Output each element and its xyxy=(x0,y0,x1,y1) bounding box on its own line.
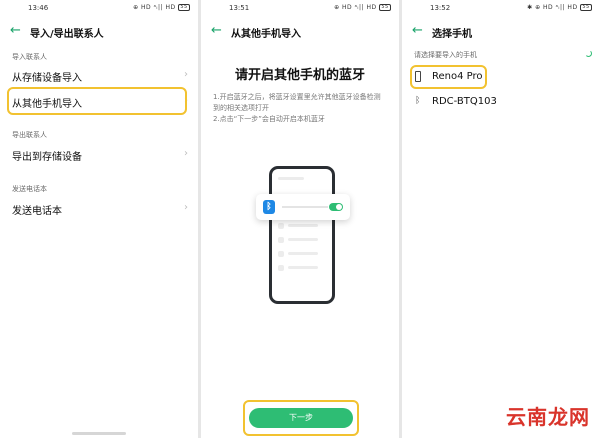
chevron-right-icon: › xyxy=(184,69,188,80)
device-name: Reno4 Pro xyxy=(432,71,483,82)
signal-icons: ⊕ HD ᵃᵢ|| HD xyxy=(133,4,176,11)
device-item-reno4-pro[interactable]: Reno4 Pro xyxy=(402,66,600,88)
instruction-line: 1.开启蓝牙之后，将蓝牙设置里允许其他蓝牙设备检测 xyxy=(213,93,381,101)
select-hint: 请选择要导入的手机 xyxy=(414,51,477,59)
instruction-line: 到的相关选项打开 xyxy=(213,104,269,112)
status-bar: 13:51 ⊕ HD ᵃᵢ|| HD 55 xyxy=(201,4,399,16)
bluetooth-icon: ᛒ xyxy=(263,200,275,214)
device-item-rdc-btq103[interactable]: ᛒ RDC-BTQ103 xyxy=(402,91,600,113)
section-header-import: 导入联系人 xyxy=(12,53,47,61)
chevron-right-icon: › xyxy=(184,95,188,106)
signal-icons: ⊕ HD ᵃᵢ|| HD xyxy=(334,4,377,11)
back-arrow-icon[interactable]: ← xyxy=(211,23,227,39)
battery-icon: 55 xyxy=(379,4,391,11)
item-label: 从存储设备导入 xyxy=(12,73,82,84)
export-to-storage-item[interactable]: 导出到存储设备 › xyxy=(0,143,198,167)
page-title: 导入/导出联系人 xyxy=(30,29,104,40)
chevron-right-icon: › xyxy=(184,148,188,159)
title-bar: ← 导入/导出联系人 xyxy=(0,22,198,42)
title-bar: ← 选择手机 xyxy=(402,22,600,42)
headline: 请开启其他手机的蓝牙 xyxy=(234,68,365,83)
instruction-line: 2.点击“下一步”会自动开启本机蓝牙 xyxy=(213,115,325,123)
chevron-right-icon: › xyxy=(184,202,188,213)
phone-icon xyxy=(415,71,421,85)
signal-icons: ✱ ⊕ HD ᵃᵢ|| HD xyxy=(527,4,578,11)
status-icons: ⊕ HD ᵃᵢ|| HD 55 xyxy=(334,4,391,11)
status-icons: ⊕ HD ᵃᵢ|| HD 55 xyxy=(133,4,190,11)
import-from-other-phone-item[interactable]: 从其他手机导入 › xyxy=(0,90,198,114)
bluetooth-card-illustration: ᛒ xyxy=(256,194,350,220)
status-time: 13:51 xyxy=(229,4,250,12)
toggle-on-icon xyxy=(329,203,343,211)
page-title: 选择手机 xyxy=(432,29,472,40)
import-from-storage-item[interactable]: 从存储设备导入 › xyxy=(0,64,198,88)
device-name: RDC-BTQ103 xyxy=(432,96,497,107)
battery-icon: 55 xyxy=(580,4,592,11)
back-arrow-icon[interactable]: ← xyxy=(412,23,428,39)
item-label: 导出到存储设备 xyxy=(12,152,82,163)
status-time: 13:52 xyxy=(430,4,451,12)
phone-illustration xyxy=(269,166,335,304)
watermark-logo: 云南龙网 xyxy=(506,405,590,429)
item-label: 从其他手机导入 xyxy=(12,99,82,110)
section-header-export: 导出联系人 xyxy=(12,131,47,139)
screen-import-export: 13:46 ⊕ HD ᵃᵢ|| HD 55 ← 导入/导出联系人 导入联系人 从… xyxy=(0,0,198,438)
battery-icon: 55 xyxy=(178,4,190,11)
status-time: 13:46 xyxy=(28,4,49,12)
status-icons: ✱ ⊕ HD ᵃᵢ|| HD 55 xyxy=(527,4,592,11)
home-indicator[interactable] xyxy=(72,432,126,435)
next-button[interactable]: 下一步 xyxy=(249,408,353,428)
section-header-send: 发送电话本 xyxy=(12,185,47,193)
screen-import-from-other-phone: 13:51 ⊕ HD ᵃᵢ|| HD 55 ← 从其他手机导入 请开启其他手机的… xyxy=(201,0,399,438)
status-bar: 13:52 ✱ ⊕ HD ᵃᵢ|| HD 55 xyxy=(402,4,600,16)
page-title: 从其他手机导入 xyxy=(231,29,301,40)
title-bar: ← 从其他手机导入 xyxy=(201,22,399,42)
bluetooth-icon: ᛒ xyxy=(415,96,421,106)
screen-select-phone: 13:52 ✱ ⊕ HD ᵃᵢ|| HD 55 ← 选择手机 请选择要导入的手机… xyxy=(402,0,600,438)
back-arrow-icon[interactable]: ← xyxy=(10,23,26,39)
loading-spinner-icon xyxy=(585,50,592,57)
item-label: 发送电话本 xyxy=(12,206,62,217)
status-bar: 13:46 ⊕ HD ᵃᵢ|| HD 55 xyxy=(0,4,198,16)
send-phonebook-item[interactable]: 发送电话本 › xyxy=(0,197,198,221)
